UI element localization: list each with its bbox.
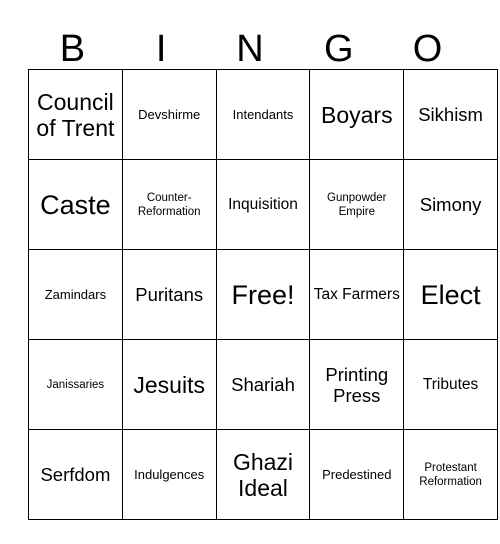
bingo-cell-i3[interactable]: Puritans bbox=[121, 249, 217, 340]
bingo-cell-o2[interactable]: Simony bbox=[403, 159, 498, 250]
bingo-row: Janissaries Jesuits Shariah Printing Pre… bbox=[28, 339, 498, 430]
bingo-cell-b2[interactable]: Caste bbox=[28, 159, 123, 250]
bingo-card: B I N G O Council of Trent Devshirme Int… bbox=[28, 18, 498, 520]
bingo-header-letter-i: I bbox=[155, 28, 167, 70]
bingo-cell-g1[interactable]: Boyars bbox=[309, 69, 405, 160]
bingo-cell-b1[interactable]: Council of Trent bbox=[28, 69, 123, 160]
bingo-row: Serfdom Indulgences Ghazi Ideal Predesti… bbox=[28, 429, 498, 520]
bingo-cell-n2[interactable]: Inquisition bbox=[215, 159, 311, 250]
bingo-cell-o4[interactable]: Tributes bbox=[403, 339, 498, 430]
bingo-cell-b5[interactable]: Serfdom bbox=[28, 429, 123, 520]
bingo-cell-g4[interactable]: Printing Press bbox=[309, 339, 405, 430]
bingo-cell-n5[interactable]: Ghazi Ideal bbox=[215, 429, 311, 520]
bingo-row: Caste Counter-Reformation Inquisition Gu… bbox=[28, 159, 498, 250]
bingo-header-letter-b: B bbox=[59, 28, 86, 70]
bingo-cell-n4[interactable]: Shariah bbox=[215, 339, 311, 430]
bingo-cell-g5[interactable]: Predestined bbox=[309, 429, 405, 520]
bingo-row: Council of Trent Devshirme Intendants Bo… bbox=[28, 69, 498, 160]
bingo-cell-g3[interactable]: Tax Farmers bbox=[309, 249, 405, 340]
bingo-header-letter-n: N bbox=[236, 28, 264, 70]
bingo-cell-g2[interactable]: Gunpowder Empire bbox=[309, 159, 405, 250]
bingo-header-letter-o: O bbox=[412, 28, 443, 70]
bingo-cell-o1[interactable]: Sikhism bbox=[403, 69, 498, 160]
bingo-cell-b4[interactable]: Janissaries bbox=[28, 339, 123, 430]
bingo-row: Zamindars Puritans Free! Tax Farmers Ele… bbox=[28, 249, 498, 340]
bingo-cell-i1[interactable]: Devshirme bbox=[121, 69, 217, 160]
bingo-cell-b3[interactable]: Zamindars bbox=[28, 249, 123, 340]
bingo-cell-i4[interactable]: Jesuits bbox=[121, 339, 217, 430]
bingo-grid: Council of Trent Devshirme Intendants Bo… bbox=[28, 69, 498, 520]
bingo-cell-n1[interactable]: Intendants bbox=[215, 69, 311, 160]
bingo-cell-i2[interactable]: Counter-Reformation bbox=[121, 159, 217, 250]
bingo-cell-free-space[interactable]: Free! bbox=[215, 249, 311, 340]
bingo-cell-o3[interactable]: Elect bbox=[403, 249, 498, 340]
bingo-header-letter-g: G bbox=[324, 28, 354, 70]
bingo-cell-o5[interactable]: Protestant Reformation bbox=[403, 429, 498, 520]
bingo-cell-i5[interactable]: Indulgences bbox=[121, 429, 217, 520]
bingo-header-row: B I N G O bbox=[28, 18, 472, 69]
